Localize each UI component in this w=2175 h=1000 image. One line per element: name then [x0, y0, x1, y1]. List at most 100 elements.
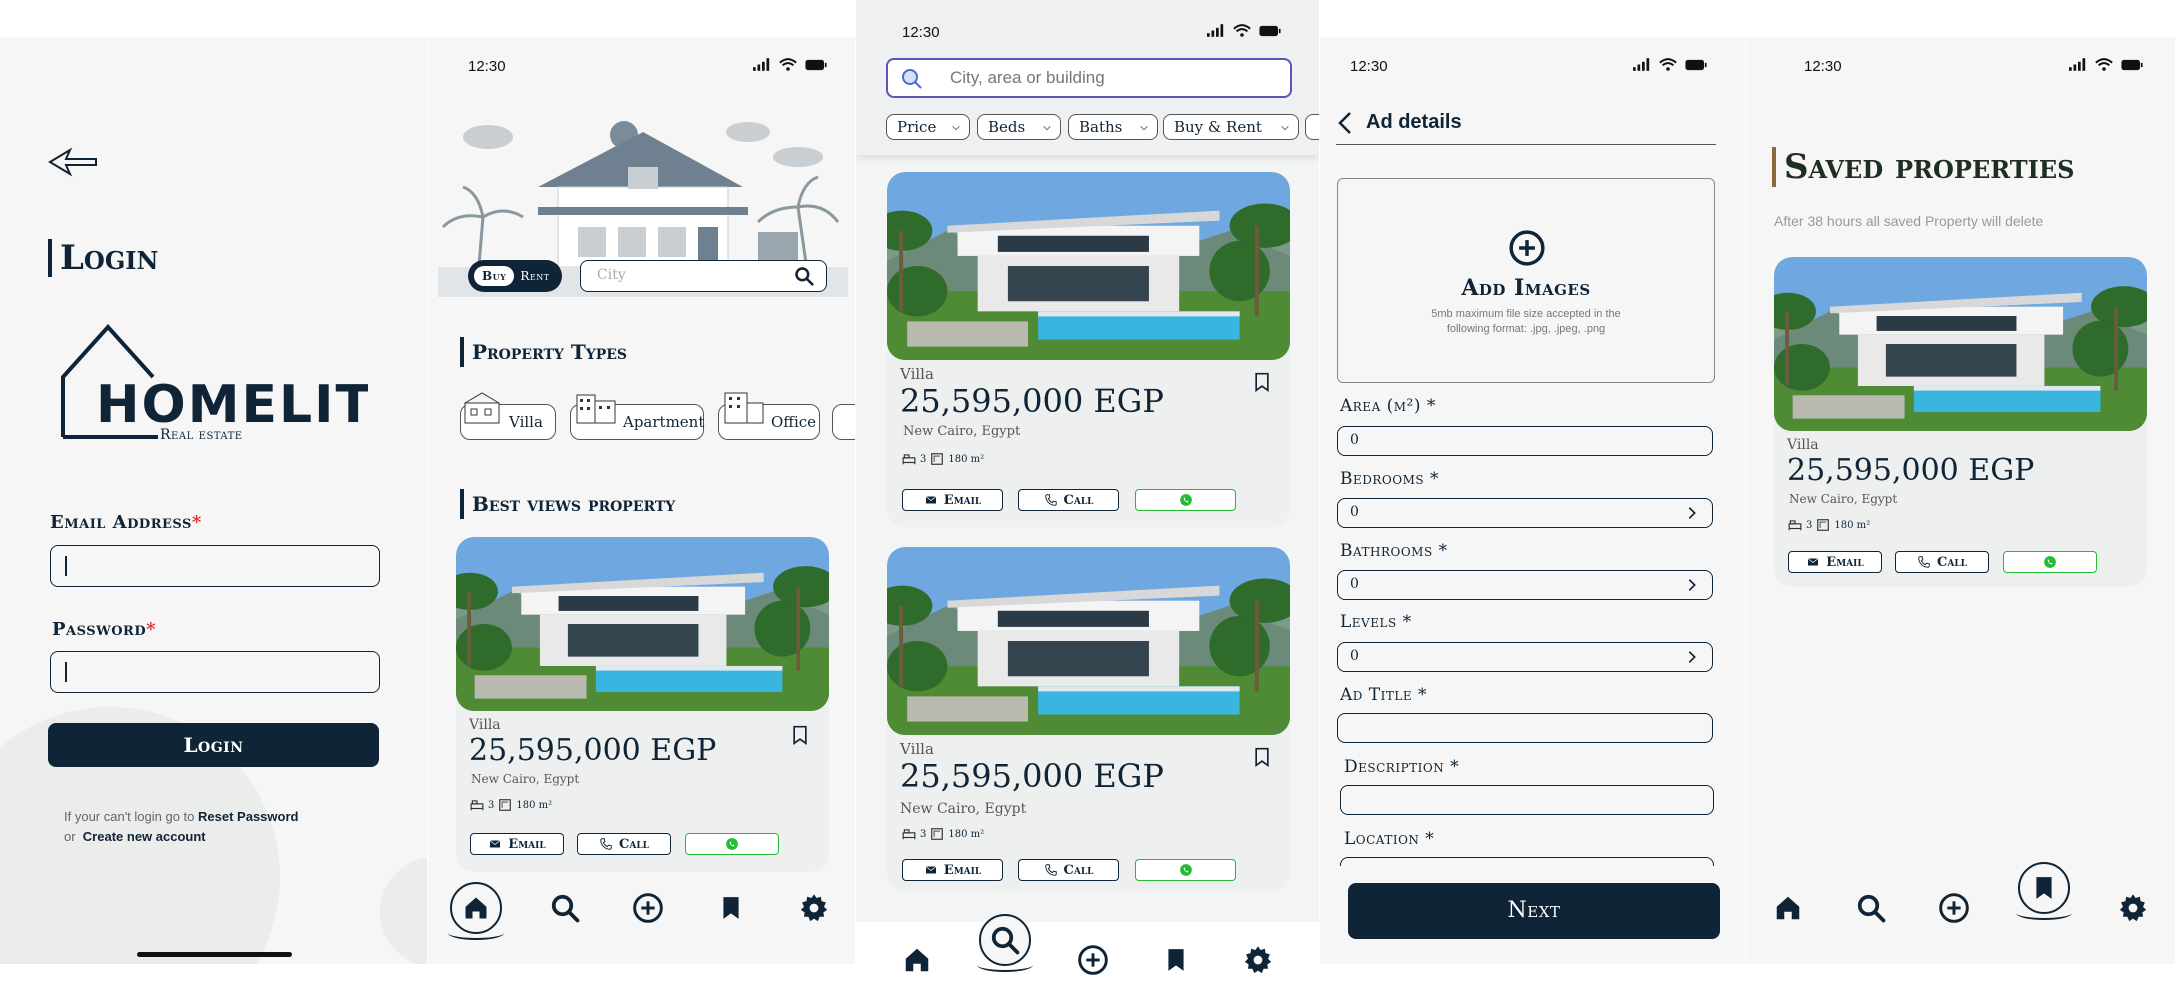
call-button[interactable]: Call [1018, 859, 1119, 881]
property-specs: 3 180 m² [902, 827, 984, 841]
ad-title-input[interactable] [1337, 713, 1713, 743]
nav-home[interactable] [447, 882, 504, 940]
property-price: 25,595,000 EGP [1787, 453, 2035, 488]
bed-count: 3 [488, 799, 495, 811]
nav-add[interactable] [1934, 888, 1974, 928]
call-button[interactable]: Call [1895, 551, 1989, 573]
gear-icon [2118, 893, 2148, 923]
whatsapp-icon [2043, 555, 2057, 569]
bookmark-icon[interactable] [790, 723, 810, 747]
email-button[interactable]: Email [902, 489, 1003, 511]
filter-buy-rent[interactable]: Buy & Rent [1163, 114, 1299, 140]
levels-select[interactable]: 0 [1337, 642, 1713, 672]
type-more[interactable] [832, 404, 855, 440]
nav-settings[interactable] [1238, 940, 1278, 980]
property-location: New Cairo, Egypt [903, 424, 1021, 439]
buy-rent-toggle[interactable]: Buy Rent [468, 260, 562, 292]
nav-saved[interactable] [2015, 862, 2072, 920]
nav-saved[interactable] [1156, 940, 1196, 980]
mail-icon [488, 838, 502, 850]
call-button-label: Call [1063, 492, 1094, 508]
add-images-box[interactable]: Add Images 5mb maximum file size accepte… [1337, 178, 1715, 383]
call-button[interactable]: Call [1018, 489, 1119, 511]
office-icon [724, 392, 764, 424]
email-button[interactable]: Email [1788, 551, 1882, 573]
filter-beds[interactable]: Beds [977, 114, 1061, 140]
wifi-icon [2095, 58, 2113, 71]
type-office[interactable]: Office [718, 392, 820, 440]
svg-text:HOMELITE: HOMELITE [96, 375, 368, 435]
bed-count: 3 [920, 453, 927, 465]
location-label: Location * [1344, 829, 1435, 849]
area-icon [930, 827, 944, 841]
whatsapp-button[interactable] [1135, 859, 1236, 881]
nav-search[interactable] [545, 888, 585, 928]
nav-home[interactable] [897, 940, 937, 980]
bookmark-icon[interactable] [1252, 745, 1272, 769]
nav-home[interactable] [1768, 888, 1808, 928]
home-icon [1773, 893, 1803, 923]
city-search-input[interactable]: City [580, 260, 827, 292]
nav-add[interactable] [628, 888, 668, 928]
signal-icon [1633, 58, 1651, 71]
mail-icon [924, 494, 938, 506]
nav-search[interactable] [977, 914, 1034, 972]
whatsapp-button[interactable] [2003, 551, 2097, 573]
phone-icon [1917, 555, 1931, 569]
home-icon [902, 945, 932, 975]
nav-settings[interactable] [2113, 888, 2153, 928]
phone-icon [1044, 493, 1058, 507]
add-images-note: 5mb maximum file size accepted in the fo… [1431, 308, 1621, 335]
property-card[interactable]: Villa 25,595,000 EGP New Cairo, Egypt 3 … [887, 547, 1290, 892]
back-icon[interactable] [1336, 111, 1354, 135]
nav-add[interactable] [1073, 940, 1113, 980]
filter-more[interactable] [1305, 114, 1319, 140]
call-button[interactable]: Call [577, 833, 671, 855]
search-input[interactable]: City, area or building [886, 58, 1292, 98]
plus-icon [1938, 892, 1970, 924]
filter-price[interactable]: Price [886, 114, 970, 140]
description-input[interactable] [1340, 785, 1714, 815]
chevron-right-icon [1684, 576, 1700, 594]
add-image-icon [1508, 229, 1546, 267]
bed-icon [902, 452, 916, 466]
email-button[interactable]: Email [470, 833, 564, 855]
bedrooms-select[interactable]: 0 [1337, 498, 1713, 528]
whatsapp-button[interactable] [1135, 489, 1236, 511]
bathrooms-select[interactable]: 0 [1337, 570, 1713, 600]
email-field[interactable] [50, 545, 380, 587]
nav-saved[interactable] [711, 888, 751, 928]
bed-icon [470, 798, 484, 812]
rent-option[interactable]: Rent [514, 266, 555, 286]
nav-settings[interactable] [794, 888, 834, 928]
bed-count: 3 [920, 828, 927, 840]
email-button[interactable]: Email [902, 859, 1003, 881]
back-arrow-icon[interactable] [48, 147, 98, 177]
bottom-nav [1746, 862, 2175, 943]
villa-icon [464, 392, 500, 424]
page-title: Saved properties [1772, 147, 2074, 187]
type-apartment[interactable]: Apartment [570, 394, 704, 440]
login-button[interactable]: Login [48, 723, 379, 767]
property-type: Villa [900, 740, 934, 758]
call-button-label: Call [1063, 862, 1094, 878]
property-location: New Cairo, Egypt [471, 772, 580, 786]
create-account-link[interactable]: Create new account [83, 829, 206, 844]
bookmark-icon[interactable] [1252, 370, 1272, 394]
email-button-label: Email [943, 862, 982, 878]
area-label: Area (m²) * [1340, 396, 1436, 416]
property-card[interactable]: Villa 25,595,000 EGP New Cairo, Egypt 3 … [887, 172, 1290, 527]
nav-search[interactable] [1851, 888, 1891, 928]
type-villa[interactable]: Villa [460, 392, 556, 440]
reset-password-link[interactable]: Reset Password [198, 809, 298, 824]
buy-option[interactable]: Buy [474, 266, 515, 286]
whatsapp-button[interactable] [685, 833, 779, 855]
area-input[interactable]: 0 [1337, 426, 1713, 456]
mail-icon [924, 864, 938, 876]
next-button[interactable]: Next [1348, 883, 1720, 939]
search-icon[interactable] [794, 266, 814, 286]
property-card[interactable]: Villa 25,595,000 EGP New Cairo, Egypt 3 … [456, 537, 829, 872]
property-card[interactable]: Villa 25,595,000 EGP New Cairo, Egypt 3 … [1774, 257, 2147, 587]
filter-baths[interactable]: Baths [1068, 114, 1158, 140]
password-field[interactable] [50, 651, 380, 693]
